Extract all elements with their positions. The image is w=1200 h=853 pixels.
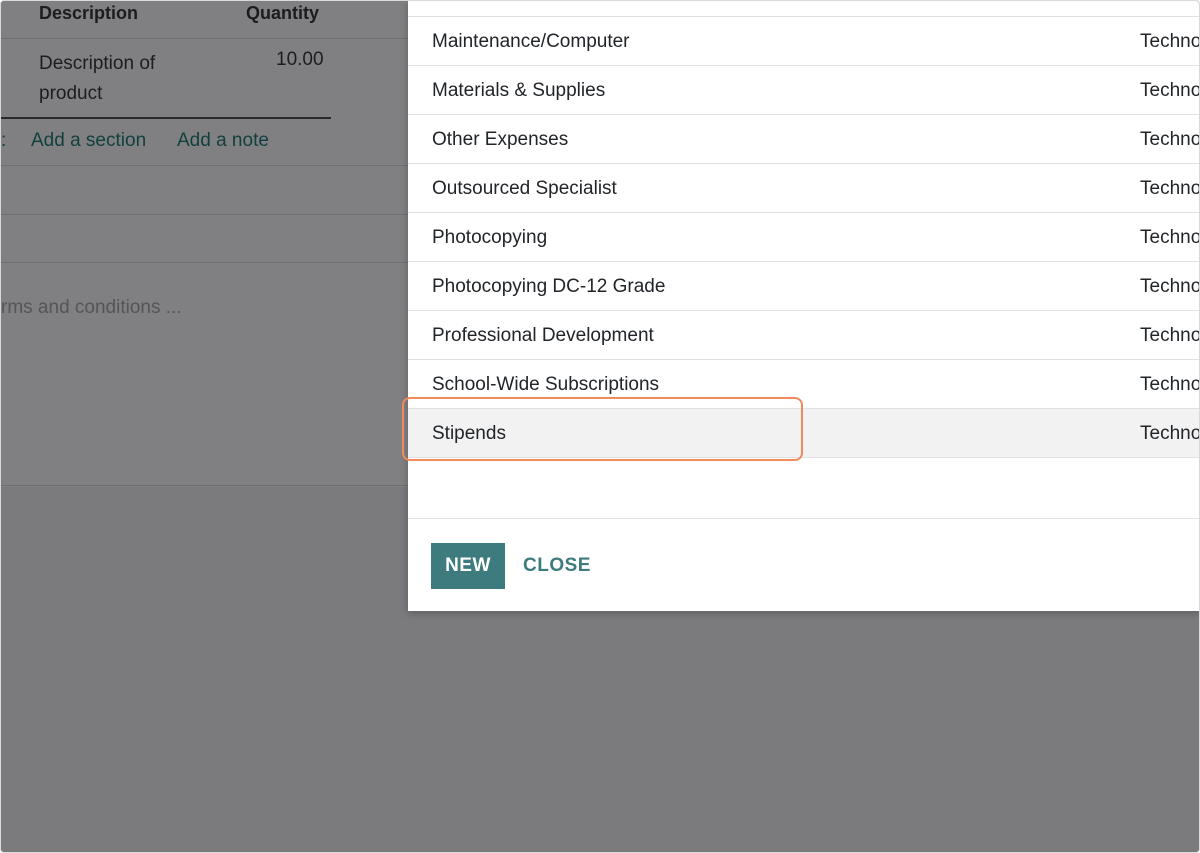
list-item[interactable]: Photocopying Techno (408, 213, 1200, 262)
list-item[interactable]: Outsourced Specialist Techno (408, 164, 1200, 213)
record-list: Maintenance/Computer Techno Materials & … (408, 16, 1200, 458)
list-item[interactable]: Photocopying DC-12 Grade Techno (408, 262, 1200, 311)
dialog-footer: NEW CLOSE (408, 518, 1199, 612)
list-item-company: Techno (1140, 129, 1200, 150)
screen-frame: Description Quantity Description of prod… (0, 0, 1200, 853)
list-item[interactable]: Maintenance/Computer Techno (408, 17, 1200, 66)
new-button[interactable]: NEW (431, 543, 505, 589)
list-item-name: Other Expenses (432, 129, 569, 150)
add-note-link[interactable]: Add a note (177, 130, 269, 152)
list-item-name: Professional Development (432, 325, 654, 346)
list-item-company: Techno (1140, 325, 1200, 346)
list-item-company: Techno (1140, 31, 1200, 52)
list-item-company: Techno (1140, 227, 1200, 248)
column-header-description: Description (39, 3, 139, 23)
line-underline (1, 117, 331, 119)
list-item-name: Photocopying (432, 227, 548, 248)
divider (1, 165, 408, 166)
close-button[interactable]: CLOSE (523, 543, 591, 589)
line-description: Description of product (39, 53, 156, 104)
list-item-company: Techno (1140, 178, 1200, 199)
list-item-company: Techno (1140, 423, 1200, 444)
divider (1, 214, 408, 215)
list-item[interactable]: Other Expenses Techno (408, 115, 1200, 164)
list-item-company: Techno (1140, 80, 1200, 101)
list-item-company: Techno (1140, 374, 1200, 395)
add-section-link[interactable]: Add a section (31, 130, 146, 152)
line-quantity: 10.00 (276, 49, 324, 70)
list-item-stipends[interactable]: Stipends Techno (408, 409, 1200, 458)
list-item-company: Techno (1140, 276, 1200, 297)
list-item-name: Photocopying DC-12 Grade (432, 276, 666, 297)
column-header-quantity: Quantity (246, 3, 320, 23)
terms-and-conditions-field[interactable]: rms and conditions ... (1, 297, 182, 319)
list-item[interactable]: School-Wide Subscriptions Techno (408, 360, 1200, 409)
list-item[interactable]: Professional Development Techno (408, 311, 1200, 360)
list-item-name: School-Wide Subscriptions (432, 374, 660, 395)
divider (1, 38, 408, 39)
add-line-fragment: : (1, 130, 7, 151)
list-item-name: Outsourced Specialist (432, 178, 617, 199)
list-item[interactable]: Materials & Supplies Techno (408, 66, 1200, 115)
select-dialog: Maintenance/Computer Techno Materials & … (402, 1, 1200, 612)
divider (1, 262, 408, 263)
list-item-name: Maintenance/Computer (432, 31, 630, 52)
list-item-name: Materials & Supplies (432, 80, 606, 101)
list-item-name: Stipends (432, 423, 506, 444)
